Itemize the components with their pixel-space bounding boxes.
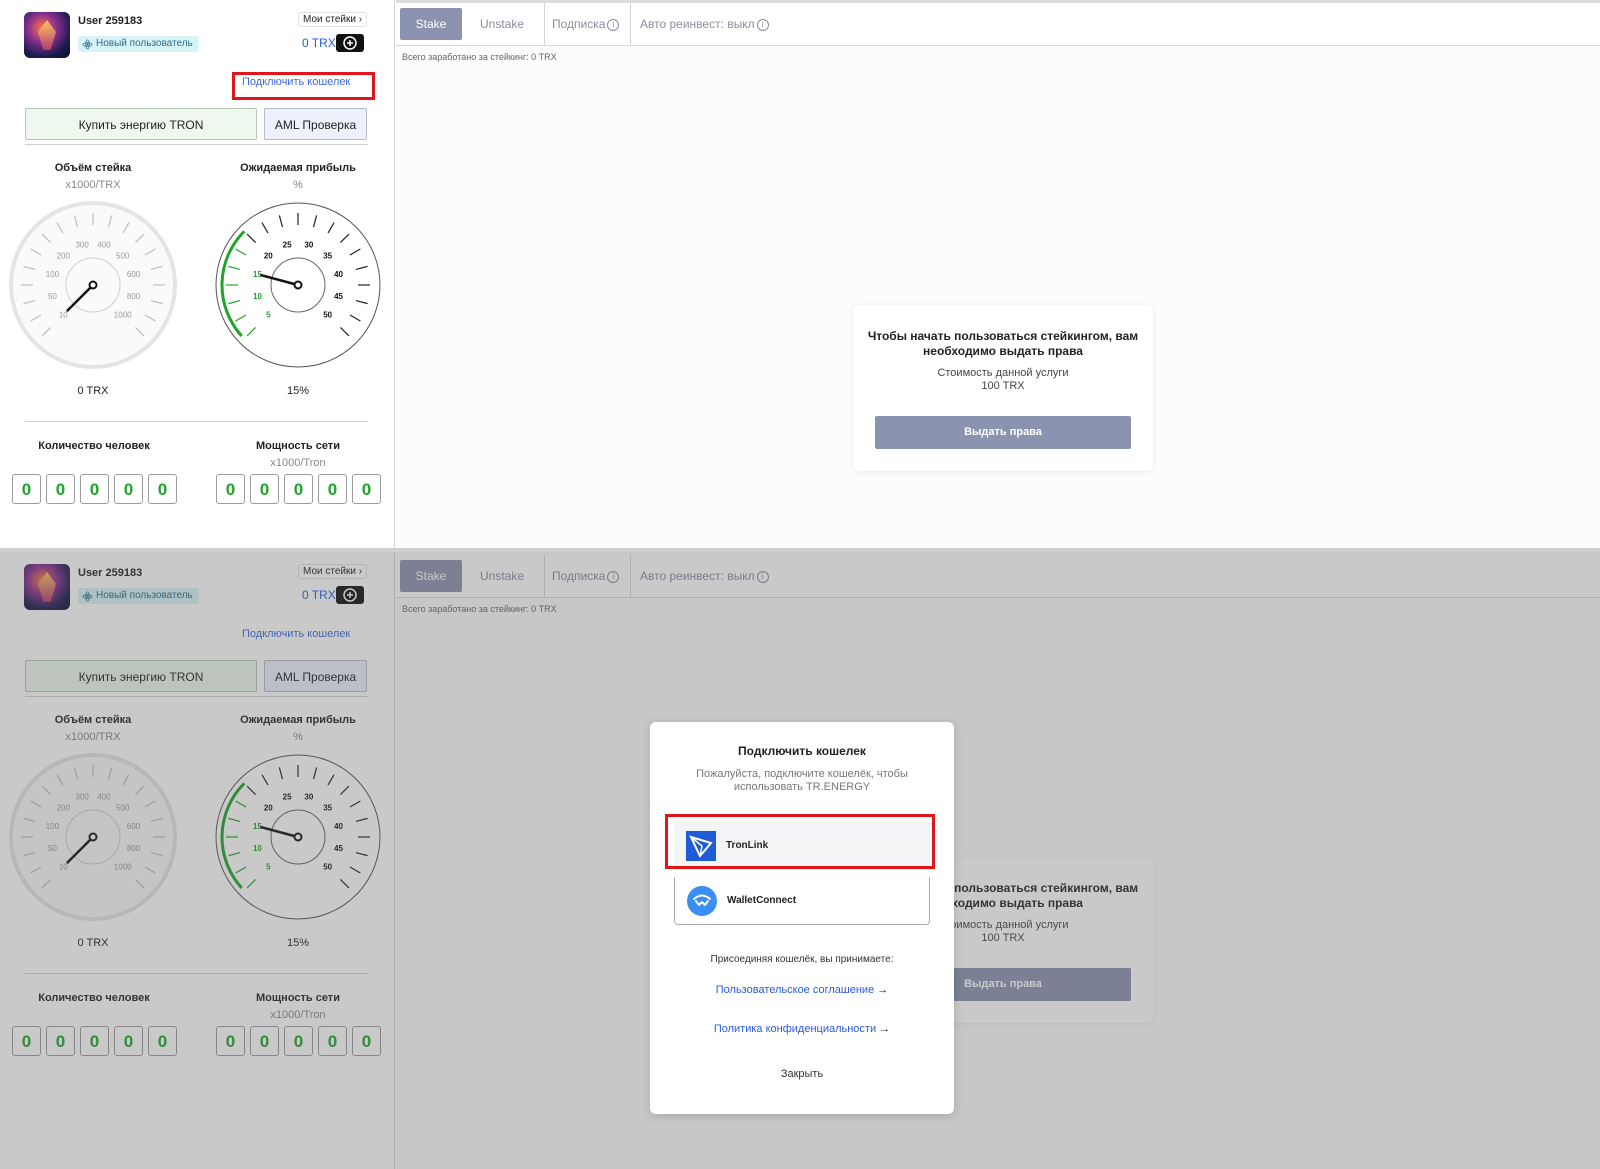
card-cost: Стоимость данной услуги 100 TRX bbox=[853, 367, 1153, 393]
tab-unstake[interactable]: Unstake bbox=[480, 8, 524, 40]
username: User 259183 bbox=[78, 15, 143, 27]
cost-label: Стоимость данной услуги bbox=[937, 367, 1069, 379]
wallet-label: WalletConnect bbox=[727, 895, 797, 906]
counter-digit: 0 bbox=[80, 474, 109, 504]
gauge-tick-label: 400 bbox=[97, 240, 111, 249]
arrow-right-icon: → bbox=[879, 1023, 891, 1035]
gauge-tick-label: 50 bbox=[323, 311, 332, 320]
avatar[interactable] bbox=[24, 12, 70, 58]
gauge-tick-label: 1000 bbox=[114, 311, 132, 320]
info-icon: i bbox=[756, 18, 769, 31]
info-icon: i bbox=[607, 18, 620, 31]
gauge-tick-label: 300 bbox=[75, 240, 89, 249]
gauge-tick-label: 10 bbox=[59, 311, 68, 320]
counter-digit: 0 bbox=[148, 474, 177, 504]
gauge-tick-label: 20 bbox=[264, 251, 273, 260]
arrow-right-icon: → bbox=[877, 984, 889, 996]
gauge-tick-label: 30 bbox=[304, 240, 313, 249]
terms-link[interactable]: Пользовательское соглашение → bbox=[650, 984, 954, 996]
gauge-profit: 510152025 3035404550 bbox=[215, 202, 381, 368]
atom-icon bbox=[82, 39, 93, 49]
balance: 0 TRX bbox=[302, 36, 336, 50]
gauge-profit-unit: % bbox=[293, 179, 303, 191]
gauge-tick-label: 5 bbox=[266, 311, 271, 320]
counter-digit: 0 bbox=[46, 474, 75, 504]
counter-digit: 0 bbox=[318, 474, 347, 504]
network-title: Мощность сети bbox=[256, 440, 340, 452]
counter-digit: 0 bbox=[250, 474, 279, 504]
gauge-volume-value: 0 TRX bbox=[77, 385, 109, 397]
add-funds-button[interactable] bbox=[336, 34, 364, 52]
sidebar: User 259183 Новый пользователь Мои стейк… bbox=[0, 0, 395, 548]
counter-digit: 0 bbox=[12, 474, 41, 504]
permission-card: Чтобы начать пользоваться стейкингом, ва… bbox=[853, 305, 1153, 471]
people-counter: 00000 bbox=[12, 474, 177, 504]
gauge-tick-label: 10 bbox=[253, 292, 262, 301]
close-button[interactable]: Закрыть bbox=[650, 1068, 954, 1080]
gauge-tick-label: 500 bbox=[116, 251, 130, 260]
earned-total: Всего заработано за стейкинг: 0 TRX bbox=[402, 52, 557, 62]
gauge-volume-unit: x1000/TRX bbox=[65, 179, 121, 191]
tab-stake[interactable]: Stake bbox=[400, 8, 462, 40]
tab-subscription-label: Подписка bbox=[552, 17, 606, 31]
gauge-tick-label: 25 bbox=[283, 240, 292, 249]
my-stakes-button[interactable]: Мои стейки › bbox=[298, 12, 368, 27]
modal-accept-text: Присоединяя кошелёк, вы принимаете: bbox=[710, 954, 894, 965]
chevron-right-icon: › bbox=[358, 14, 363, 25]
my-stakes-label: Мои стейки bbox=[303, 14, 356, 25]
counter-digit: 0 bbox=[352, 474, 381, 504]
screen-after: User 259183 Новый пользователь Мои стейк… bbox=[0, 552, 1600, 1169]
gauge-tick-label: 35 bbox=[323, 251, 332, 260]
tab-separator bbox=[630, 3, 631, 45]
status-badge: Новый пользователь bbox=[78, 36, 199, 52]
counter-digit: 0 bbox=[284, 474, 313, 504]
gauge-tick-label: 50 bbox=[48, 292, 57, 301]
highlight-box bbox=[232, 72, 375, 100]
highlight-box bbox=[665, 814, 935, 869]
aml-check-button[interactable]: AML Проверка bbox=[264, 108, 367, 140]
tab-auto-reinvest[interactable]: Авто реинвест: выкл i bbox=[640, 8, 769, 40]
connect-wallet-modal: Подключить кошелек Пожалуйста, подключит… bbox=[650, 722, 954, 1114]
gauge-tick-label: 40 bbox=[334, 270, 343, 279]
screen-before: User 259183 Новый пользователь Мои стейк… bbox=[0, 0, 1600, 548]
gauge-tick-label: 800 bbox=[127, 292, 141, 301]
divider bbox=[25, 421, 368, 422]
gauge-tick-label: 45 bbox=[334, 292, 343, 301]
divider bbox=[25, 144, 368, 145]
tab-subscription[interactable]: Подписка i bbox=[552, 8, 620, 40]
counter-digit: 0 bbox=[114, 474, 143, 504]
cost-value: 100 TRX bbox=[981, 380, 1025, 392]
card-title: Чтобы начать пользоваться стейкингом, ва… bbox=[867, 329, 1139, 358]
walletconnect-icon bbox=[687, 886, 717, 916]
tab-separator bbox=[544, 3, 545, 45]
network-counter: 00000 bbox=[216, 474, 381, 504]
counter-digit: 0 bbox=[216, 474, 245, 504]
privacy-label: Политика конфиденциальности bbox=[713, 1023, 877, 1035]
gauge-pivot bbox=[88, 280, 98, 290]
wallet-option-walletconnect[interactable]: WalletConnect bbox=[674, 877, 930, 925]
buy-energy-button[interactable]: Купить энергию TRON bbox=[25, 108, 257, 140]
gauge-pivot bbox=[293, 280, 303, 290]
plus-circle-icon bbox=[343, 36, 357, 50]
modal-title: Подключить кошелек bbox=[738, 744, 866, 758]
gauge-tick-label: 200 bbox=[57, 251, 71, 260]
gauge-tick-label: 600 bbox=[127, 270, 141, 279]
badge-label: Новый пользователь bbox=[96, 38, 193, 49]
terms-label: Пользовательское соглашение bbox=[715, 984, 875, 996]
grant-rights-button[interactable]: Выдать права bbox=[875, 416, 1131, 449]
tab-bar: Stake Unstake Подписка i Авто реинвест: в… bbox=[396, 3, 1600, 46]
gauge-volume: 10 50 100 200 300 400 500 600 800 1000 bbox=[9, 201, 177, 369]
modal-subtitle: Пожалуйста, подключите кошелёк, чтобы ис… bbox=[696, 768, 908, 793]
people-title: Количество человек bbox=[38, 440, 150, 452]
gauge-profit-title: Ожидаемая прибыль bbox=[240, 162, 356, 174]
gauge-profit-value: 15% bbox=[286, 385, 310, 397]
tab-auto-label: Авто реинвест: выкл bbox=[640, 17, 755, 31]
network-unit: x1000/Tron bbox=[270, 457, 326, 469]
main-content: Stake Unstake Подписка i Авто реинвест: в… bbox=[396, 0, 1600, 548]
privacy-link[interactable]: Политика конфиденциальности → bbox=[650, 1023, 954, 1035]
gauge-tick-label: 100 bbox=[46, 270, 60, 279]
gauge-volume-title: Объём стейка bbox=[54, 162, 132, 174]
